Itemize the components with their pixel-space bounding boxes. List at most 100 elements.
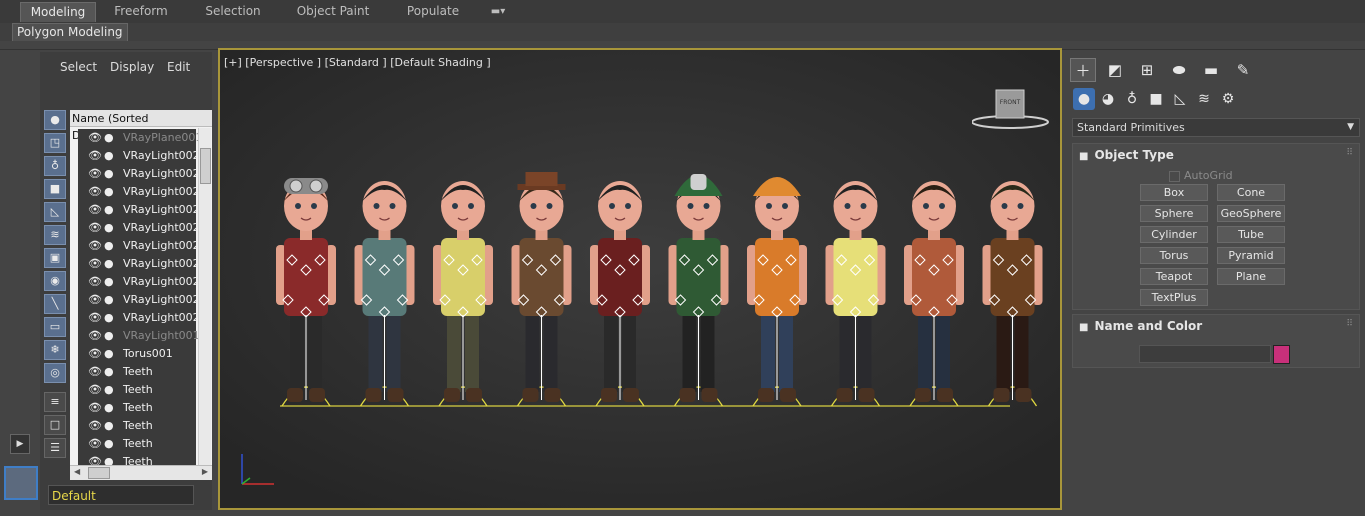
tab-modeling[interactable]: Modeling <box>20 2 96 22</box>
render-bulb-icon[interactable]: ● <box>104 183 116 201</box>
geometry-filter-icon[interactable]: ● <box>44 110 66 130</box>
cameras-icon[interactable]: ■ <box>1145 88 1167 110</box>
frozen-filter-icon[interactable]: ❄ <box>44 340 66 360</box>
tab-freeform[interactable]: Freeform <box>108 2 174 21</box>
render-bulb-icon[interactable]: ● <box>104 219 116 237</box>
object-color-swatch[interactable] <box>1273 345 1290 364</box>
render-bulb-icon[interactable]: ● <box>104 345 116 363</box>
list-item[interactable]: 👁 ● VRayLight002 <box>78 183 200 201</box>
visibility-eye-icon[interactable]: 👁 <box>88 327 102 345</box>
list-item[interactable]: 👁 ● VRayLight002 <box>78 219 200 237</box>
list-icon[interactable]: ☰ <box>44 438 66 458</box>
perspective-viewport[interactable]: [+] [Perspective ] [Standard ] [Default … <box>218 48 1062 510</box>
tab-object-paint[interactable]: Object Paint <box>292 2 374 21</box>
geometry-icon[interactable]: ● <box>1073 88 1095 110</box>
visibility-eye-icon[interactable]: 👁 <box>88 381 102 399</box>
layer-field[interactable]: Default <box>48 485 194 505</box>
pyramid-button[interactable]: Pyramid <box>1217 247 1285 264</box>
list-item[interactable]: 👁 ● Teeth <box>78 399 196 417</box>
object-type-header[interactable]: ■ Object Type <box>1079 148 1174 162</box>
visibility-eye-icon[interactable]: 👁 <box>88 309 102 327</box>
containers-filter-icon[interactable]: ▭ <box>44 317 66 337</box>
render-bulb-icon[interactable]: ● <box>104 399 116 417</box>
visibility-eye-icon[interactable]: 👁 <box>88 363 102 381</box>
polygon-modeling-panel[interactable]: Polygon Modeling <box>12 23 128 42</box>
list-item[interactable]: 👁 ● Teeth <box>78 417 196 435</box>
visibility-eye-icon[interactable]: 👁 <box>88 291 102 309</box>
visibility-eye-icon[interactable]: 👁 <box>88 435 102 453</box>
shapes-filter-icon[interactable]: ◳ <box>44 133 66 153</box>
tube-button[interactable]: Tube <box>1217 226 1285 243</box>
viewport-label[interactable]: [+] [Perspective ] [Standard ] [Default … <box>224 56 491 69</box>
render-bulb-icon[interactable]: ● <box>104 435 116 453</box>
render-bulb-icon[interactable]: ● <box>104 381 116 399</box>
xrefs-filter-icon[interactable]: ◉ <box>44 271 66 291</box>
list-item[interactable]: 👁 ● VRayLight002 <box>78 147 200 165</box>
render-bulb-icon[interactable]: ● <box>104 201 116 219</box>
visibility-eye-icon[interactable]: 👁 <box>88 219 102 237</box>
menu-edit[interactable]: Edit <box>167 60 190 74</box>
viewcube[interactable]: FRONT <box>972 88 1052 138</box>
render-bulb-icon[interactable]: ● <box>104 237 116 255</box>
teapot-button[interactable]: Teapot <box>1140 268 1208 285</box>
modify-icon[interactable]: ◩ <box>1102 58 1128 82</box>
helpers-icon[interactable]: ◺ <box>1169 88 1191 110</box>
plane-button[interactable]: Plane <box>1217 268 1285 285</box>
autogrid-checkbox[interactable]: AutoGrid <box>1169 169 1233 182</box>
render-bulb-icon[interactable]: ● <box>104 273 116 291</box>
visibility-eye-icon[interactable]: 👁 <box>88 345 102 363</box>
lights-icon[interactable]: ♁ <box>1121 88 1143 110</box>
systems-icon[interactable]: ⚙ <box>1217 88 1239 110</box>
cameras-filter-icon[interactable]: ■ <box>44 179 66 199</box>
motion-icon[interactable]: ⬬ <box>1166 58 1192 82</box>
render-bulb-icon[interactable]: ● <box>104 327 116 345</box>
helpers-filter-icon[interactable]: ◺ <box>44 202 66 222</box>
blank-icon[interactable]: □ <box>44 415 66 435</box>
lights-filter-icon[interactable]: ♁ <box>44 156 66 176</box>
visibility-eye-icon[interactable]: 👁 <box>88 201 102 219</box>
tab-selection[interactable]: Selection <box>198 2 268 21</box>
list-item[interactable]: 👁 ● Teeth <box>78 435 196 453</box>
list-item[interactable]: 👁 ● VRayLight002 <box>78 273 200 291</box>
scene-object-list[interactable]: Name (Sorted Descending) 👁●VRayPlane001👁… <box>70 110 212 466</box>
scroll-right-icon[interactable]: ▶ <box>202 467 208 476</box>
shapes-icon[interactable]: ◕ <box>1097 88 1119 110</box>
list-item[interactable]: 👁 ● VRayLight002 <box>78 255 200 273</box>
menu-select[interactable]: Select <box>60 60 97 74</box>
geosphere-button[interactable]: GeoSphere <box>1217 205 1285 222</box>
viewport-thumbnail[interactable] <box>4 466 38 500</box>
render-bulb-icon[interactable]: ● <box>104 255 116 273</box>
render-bulb-icon[interactable]: ● <box>104 147 116 165</box>
horizontal-scrollbar[interactable]: ◀ ▶ <box>70 465 212 480</box>
render-bulb-icon[interactable]: ● <box>104 363 116 381</box>
render-bulb-icon[interactable]: ● <box>104 291 116 309</box>
hierarchy-icon[interactable]: ⊞ <box>1134 58 1160 82</box>
visibility-eye-icon[interactable]: 👁 <box>88 165 102 183</box>
utilities-icon[interactable]: ✎ <box>1230 58 1256 82</box>
visibility-eye-icon[interactable]: 👁 <box>88 417 102 435</box>
visibility-eye-icon[interactable]: 👁 <box>88 183 102 201</box>
list-item[interactable]: 👁 ● Teeth <box>78 363 196 381</box>
visibility-eye-icon[interactable]: 👁 <box>88 147 102 165</box>
list-item[interactable]: 👁 ● VRayLight002 <box>78 309 200 327</box>
spacewarps-filter-icon[interactable]: ≋ <box>44 225 66 245</box>
menu-display[interactable]: Display <box>110 60 154 74</box>
visibility-eye-icon[interactable]: 👁 <box>88 399 102 417</box>
box-button[interactable]: Box <box>1140 184 1208 201</box>
hscroll-thumb[interactable] <box>88 467 110 479</box>
groups-filter-icon[interactable]: ▣ <box>44 248 66 268</box>
doc-icon[interactable]: ≡ <box>44 392 66 412</box>
scrollbar-thumb[interactable] <box>200 148 211 184</box>
render-bulb-icon[interactable]: ● <box>104 129 116 147</box>
expand-arrow-icon[interactable]: ▶ <box>10 434 30 454</box>
list-item[interactable]: 👁 ● VRayLight001 <box>78 327 200 345</box>
visibility-eye-icon[interactable]: 👁 <box>88 237 102 255</box>
visibility-eye-icon[interactable]: 👁 <box>88 273 102 291</box>
render-bulb-icon[interactable]: ● <box>104 417 116 435</box>
spacewarps-icon[interactable]: ≋ <box>1193 88 1215 110</box>
list-item[interactable]: 👁 ● VRayLight002 <box>78 237 200 255</box>
display-icon[interactable]: ▬ <box>1198 58 1224 82</box>
torus-button[interactable]: Torus <box>1140 247 1208 264</box>
object-name-input[interactable] <box>1139 345 1271 363</box>
name-and-color-header[interactable]: ■ Name and Color <box>1079 319 1202 333</box>
